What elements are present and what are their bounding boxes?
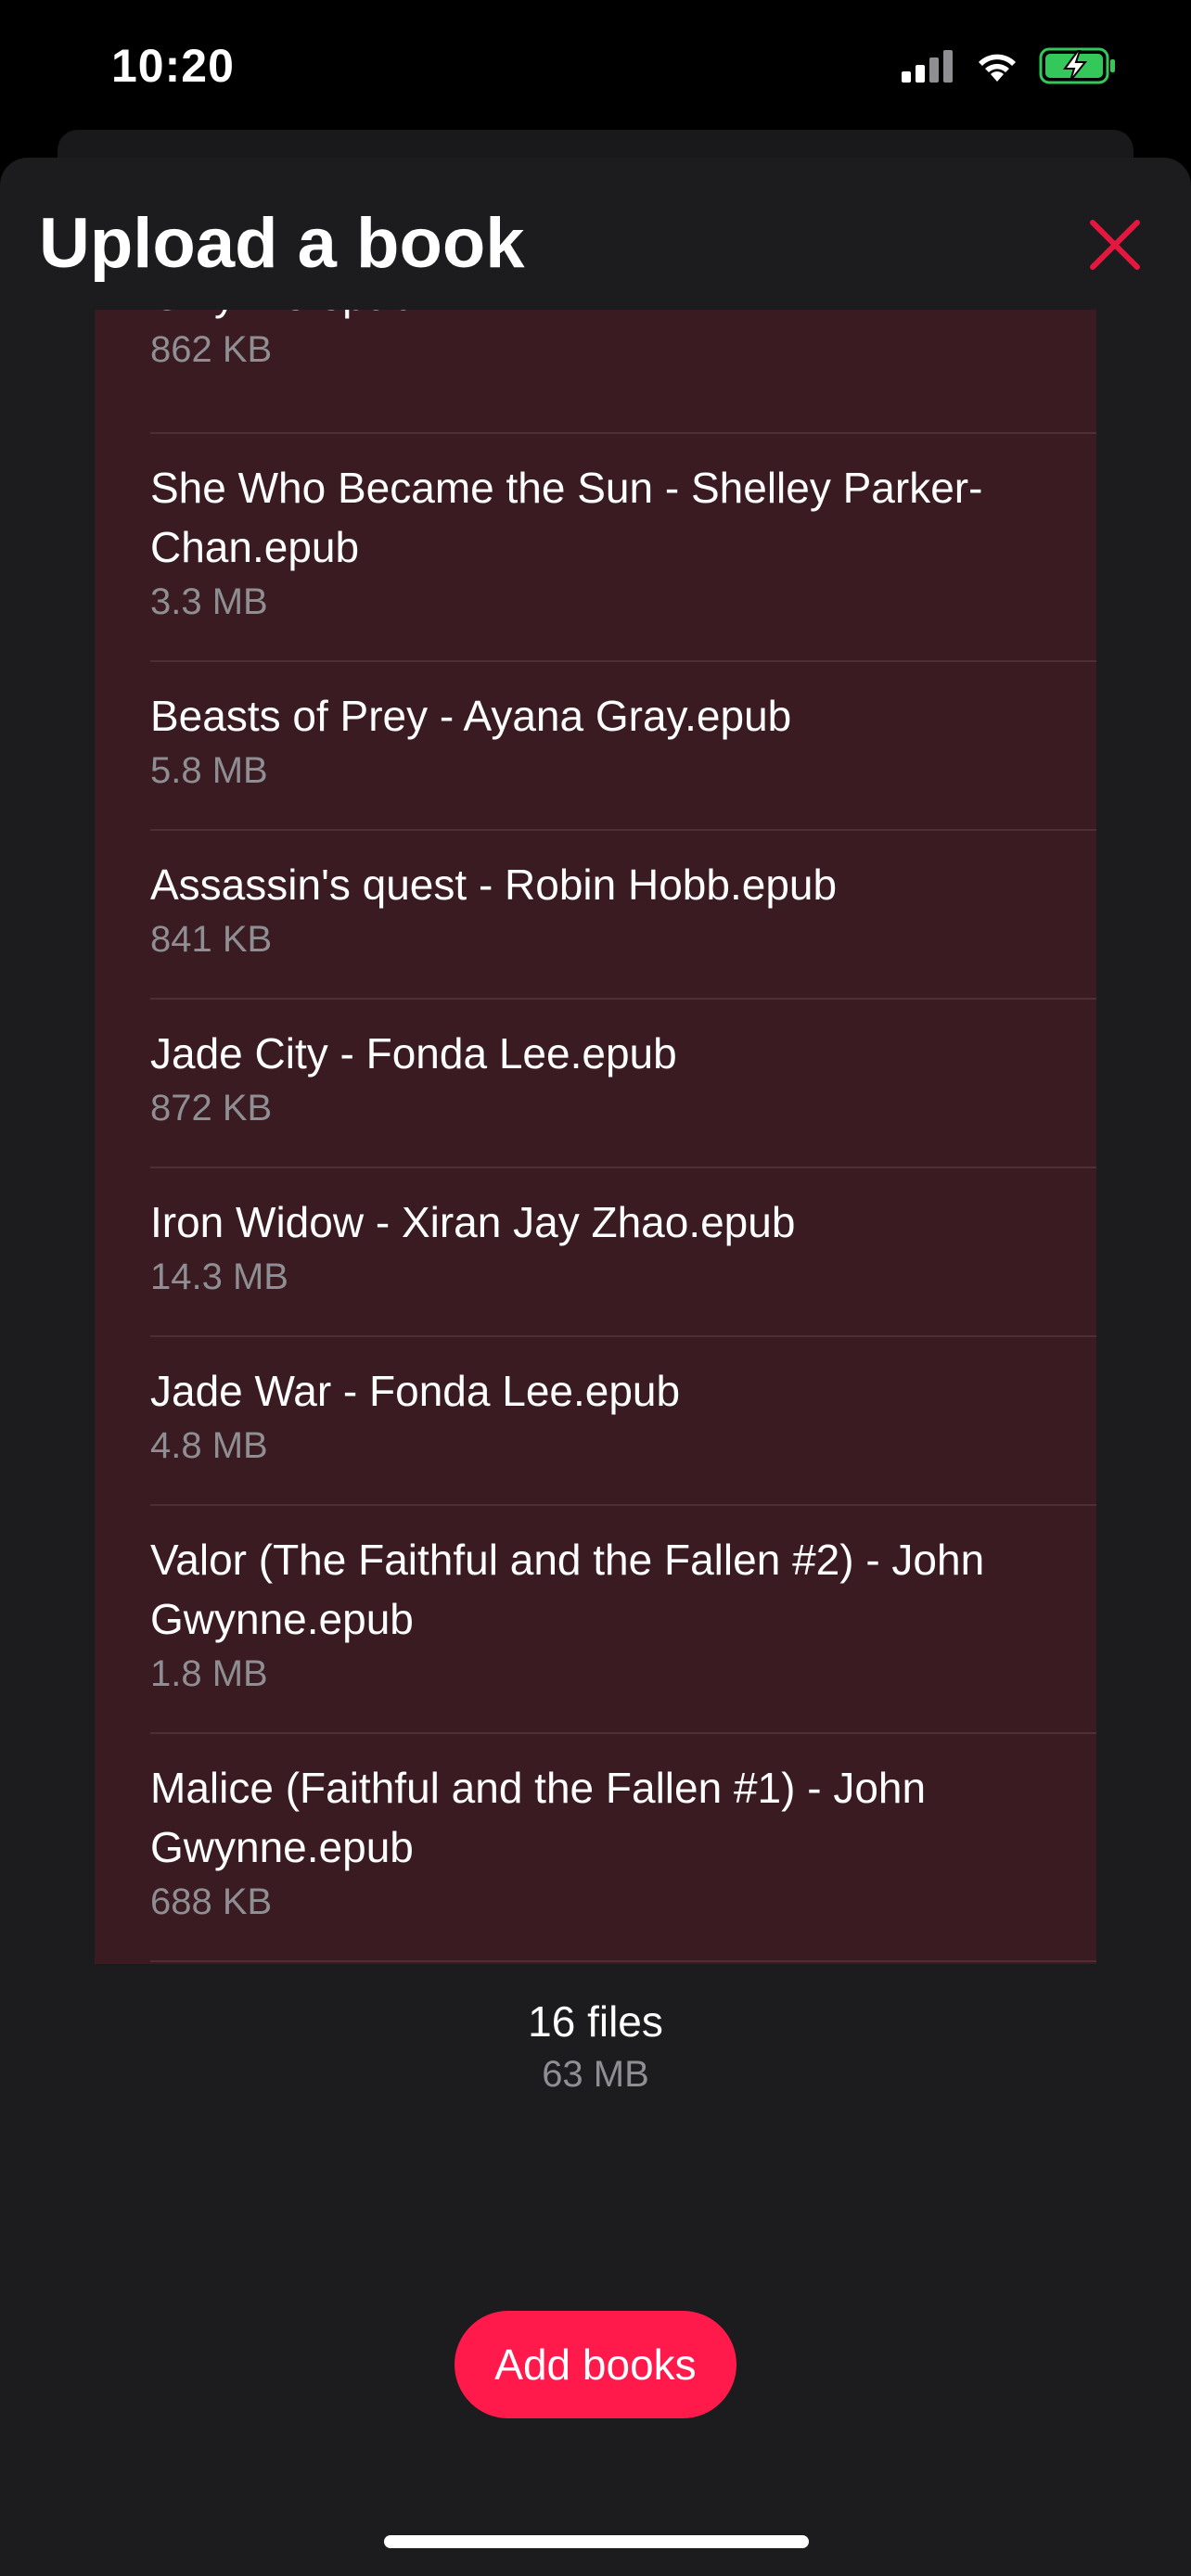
list-item: Assassin's quest - Robin Hobb.epub 841 K… [95, 831, 1096, 1000]
list-item: Beasts of Prey - Ayana Gray.epub 5.8 MB [95, 662, 1096, 831]
file-list[interactable]: Gwynne.epub 862 KB She Who Became the Su… [95, 310, 1096, 1964]
close-button[interactable] [1076, 206, 1154, 284]
wifi-icon [974, 48, 1020, 88]
file-name: Jade City - Fonda Lee.epub [150, 1029, 677, 1078]
file-name: Beasts of Prey - Ayana Gray.epub [150, 692, 792, 740]
file-name: Assassin's quest - Robin Hobb.epub [150, 861, 838, 909]
list-item: Gwynne.epub 862 KB [95, 310, 1096, 434]
file-name: She Who Became the Sun - Shelley Parker-… [150, 464, 983, 571]
home-indicator [384, 2535, 809, 2548]
status-time: 10:20 [111, 40, 235, 92]
file-size: 862 KB [150, 329, 273, 370]
status-bar: 10:20 [0, 0, 1191, 130]
file-size: 4.8 MB [150, 1425, 268, 1466]
file-name: Iron Widow - Xiran Jay Zhao.epub [150, 1198, 796, 1246]
list-item: Valor (The Faithful and the Fallen #2) -… [95, 1506, 1096, 1734]
file-count: 16 files [528, 1997, 663, 2046]
file-name: Valor (The Faithful and the Fallen #2) -… [150, 1536, 985, 1643]
divider [150, 1960, 1096, 1962]
file-size: 872 KB [150, 1088, 273, 1129]
file-name: Jade War - Fonda Lee.epub [150, 1367, 681, 1415]
file-name: Gwynne.epub [150, 310, 1041, 325]
add-books-button[interactable]: Add books [455, 2311, 736, 2418]
list-item: Iron Widow - Xiran Jay Zhao.epub 14.3 MB [95, 1168, 1096, 1337]
battery-charging-icon [1039, 47, 1117, 89]
status-icons [902, 46, 1117, 89]
file-name: Malice (Faithful and the Fallen #1) - Jo… [150, 1764, 927, 1871]
list-item: Malice (Faithful and the Fallen #1) - Jo… [95, 1734, 1096, 1962]
list-item: She Who Became the Sun - Shelley Parker-… [95, 434, 1096, 662]
file-size: 3.3 MB [150, 581, 268, 622]
list-item: Jade City - Fonda Lee.epub 872 KB [95, 1000, 1096, 1168]
cellular-signal-icon [902, 49, 955, 87]
close-icon [1090, 220, 1140, 270]
sheet-title: Upload a book [39, 204, 525, 283]
file-size: 1.8 MB [150, 1653, 268, 1694]
file-size: 841 KB [150, 919, 273, 960]
total-size: 63 MB [542, 2054, 649, 2095]
file-size: 688 KB [150, 1881, 273, 1922]
list-item: Jade War - Fonda Lee.epub 4.8 MB [95, 1337, 1096, 1506]
file-size: 5.8 MB [150, 750, 268, 791]
file-size: 14.3 MB [150, 1256, 288, 1297]
